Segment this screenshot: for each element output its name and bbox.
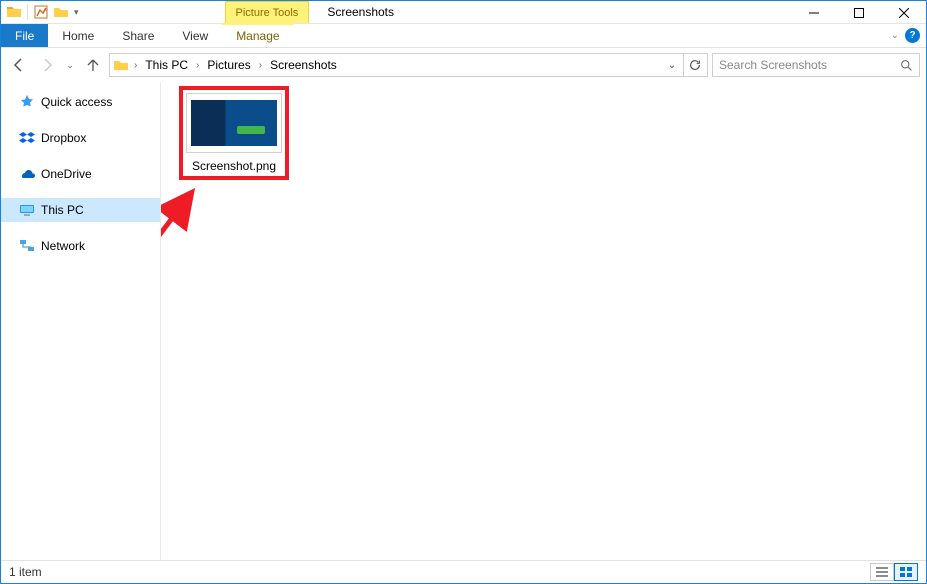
minimize-button[interactable] [791,1,836,24]
main-area: Quick access Dropbox OneDrive This PC [1,82,926,560]
navigation-bar: ⌄ › This PC › Pictures › Screenshots ⌄ [1,48,926,82]
file-thumbnail [186,93,282,153]
chevron-right-icon[interactable]: › [194,60,201,71]
quick-access-toolbar: ▾ [1,1,85,23]
tree-label: Quick access [41,95,112,109]
chevron-right-icon[interactable]: › [132,60,139,71]
address-folder-icon [112,57,130,73]
search-icon [900,59,913,72]
dropbox-icon [19,130,35,146]
network-icon [19,238,35,254]
qat-new-folder-icon[interactable] [52,3,70,21]
this-pc-icon [19,202,35,218]
status-bar: 1 item [1,560,926,583]
thumbnails-view-button[interactable] [894,563,918,581]
tree-item-this-pc[interactable]: This PC [1,198,160,222]
file-name-label: Screenshot.png [186,157,282,173]
help-icon[interactable]: ? [905,28,920,43]
breadcrumb-pictures[interactable]: Pictures [203,58,254,72]
window-controls [791,1,926,23]
address-dropdown-chevron[interactable]: ⌄ [661,54,683,76]
details-view-button[interactable] [870,563,894,581]
back-button[interactable] [7,53,31,77]
navigation-pane: Quick access Dropbox OneDrive This PC [1,82,161,560]
view-mode-toggles [870,563,918,581]
quick-access-icon [19,94,35,110]
ribbon-expand-chevron[interactable]: ⌄ [891,30,899,41]
forward-button[interactable] [35,53,59,77]
ribbon-right: ⌄ ? [891,24,926,47]
tree-item-network[interactable]: Network [1,234,160,258]
annotation-arrow-icon [161,182,205,252]
file-tab[interactable]: File [1,24,48,47]
qat-separator [27,4,28,20]
search-input[interactable] [717,57,915,73]
tab-share[interactable]: Share [108,24,168,47]
tab-view[interactable]: View [168,24,222,47]
onedrive-icon [19,166,35,182]
picture-tools-tab[interactable]: Picture Tools [225,1,310,23]
tree-item-quick-access[interactable]: Quick access [1,90,160,114]
file-view[interactable]: Screenshot.png [161,82,926,560]
close-button[interactable] [881,1,926,24]
refresh-button[interactable] [683,54,705,76]
status-item-count: 1 item [9,565,42,579]
tree-label: This PC [41,203,84,217]
window-title: Screenshots [327,1,394,23]
ribbon-tabs: File Home Share View Manage ⌄ ? [1,24,926,48]
chevron-right-icon[interactable]: › [257,60,264,71]
file-item[interactable]: Screenshot.png [179,86,289,180]
search-box[interactable] [712,53,920,77]
maximize-button[interactable] [836,1,881,24]
annotation-highlight: Screenshot.png [179,86,289,180]
tree-item-onedrive[interactable]: OneDrive [1,162,160,186]
title-bar: ▾ Picture Tools Screenshots [1,1,926,24]
tree-label: Dropbox [41,131,86,145]
tab-manage[interactable]: Manage [222,23,293,47]
breadcrumb-this-pc[interactable]: This PC [141,58,192,72]
tree-item-dropbox[interactable]: Dropbox [1,126,160,150]
qat-properties-icon[interactable] [32,3,50,21]
breadcrumb-screenshots[interactable]: Screenshots [266,58,341,72]
app-folder-icon [5,3,23,21]
tab-home[interactable]: Home [48,24,108,47]
address-bar[interactable]: › This PC › Pictures › Screenshots ⌄ [109,53,708,77]
recent-locations-chevron[interactable]: ⌄ [63,53,77,77]
up-button[interactable] [81,53,105,77]
qat-customize-chevron[interactable]: ▾ [72,7,81,18]
tree-label: OneDrive [41,167,92,181]
tree-label: Network [41,239,85,253]
